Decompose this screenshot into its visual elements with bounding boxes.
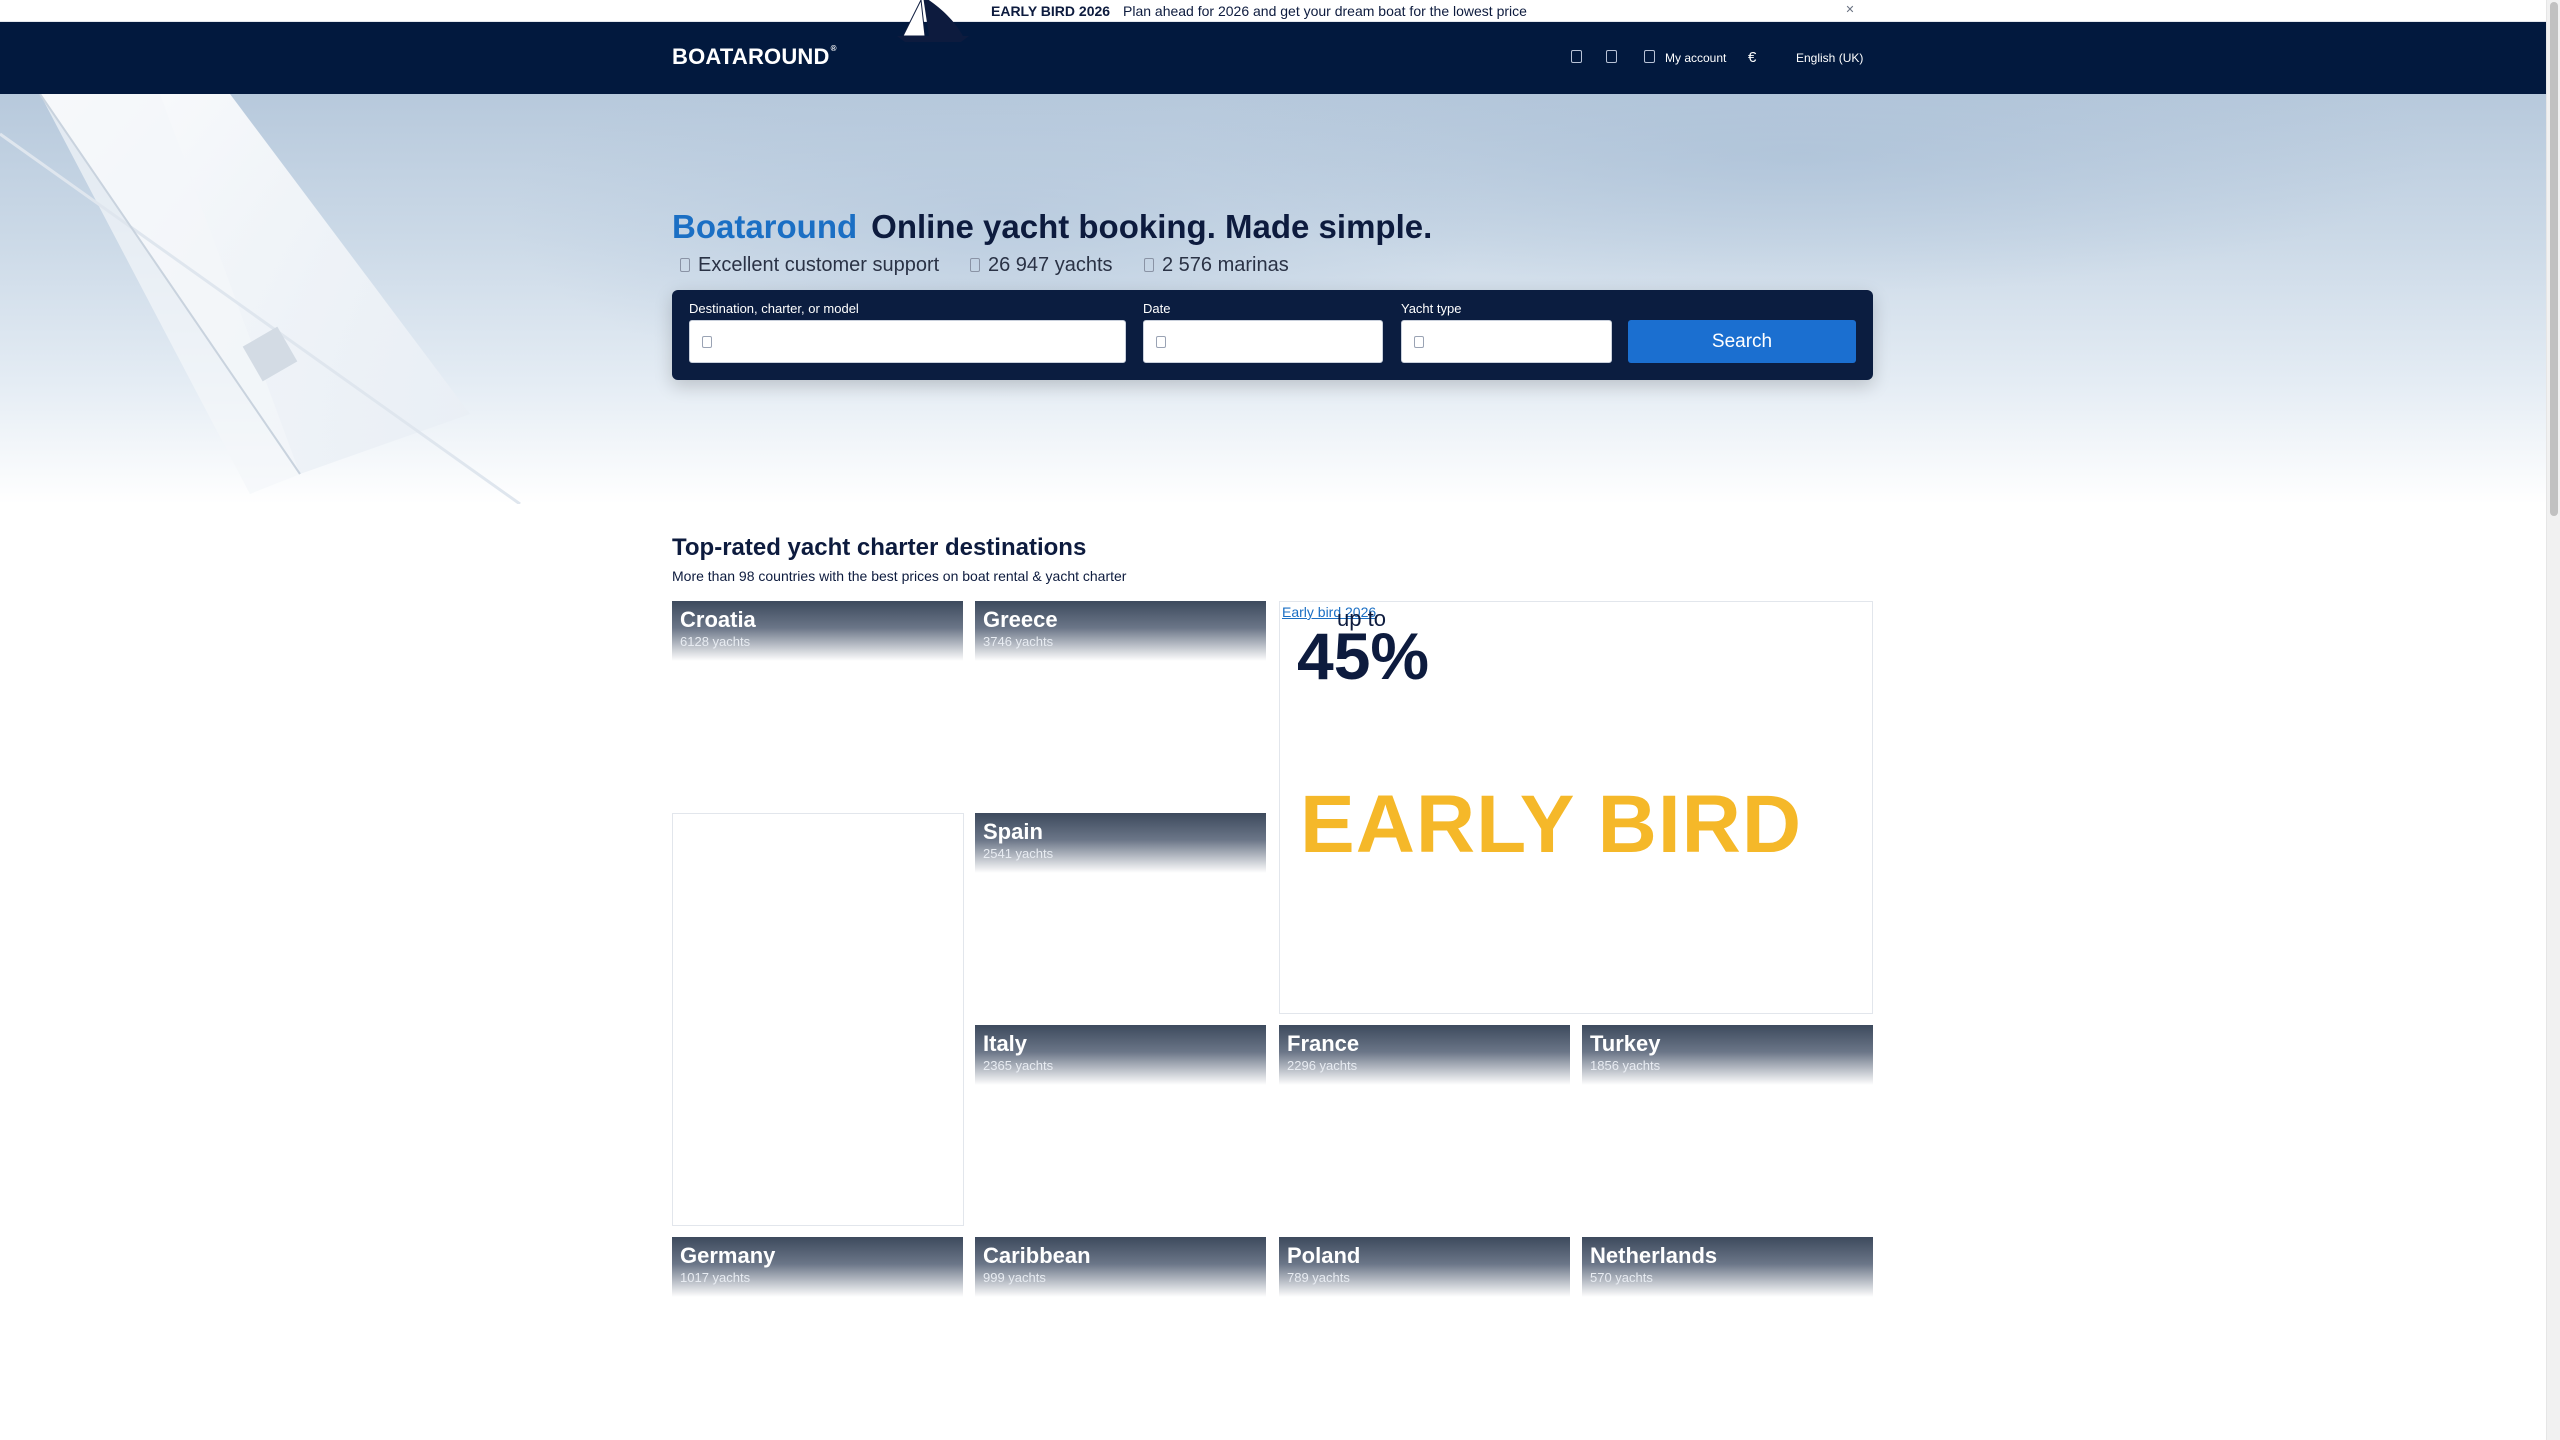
hero-tagline: Online yacht booking. Made simple. — [871, 208, 1433, 245]
ad-placeholder — [672, 813, 964, 1226]
destination-count: 570 yachts — [1590, 1270, 1653, 1285]
stat-marinas: 2 576 marinas — [1144, 254, 1289, 277]
destination-tile-croatia[interactable]: Croatia 6128 yachts — [672, 601, 963, 805]
destination-tile-turkey[interactable]: Turkey 1856 yachts — [1582, 1025, 1873, 1229]
favorites-icon[interactable] — [1571, 50, 1582, 63]
language-selector[interactable]: English (UK) — [1796, 51, 1863, 65]
destination-name: Netherlands — [1590, 1243, 1718, 1268]
destination-tile-italy[interactable]: Italy 2365 yachts — [975, 1025, 1266, 1229]
destination-count: 999 yachts — [983, 1270, 1046, 1285]
destination-tile-netherlands[interactable]: Netherlands 570 yachts — [1582, 1237, 1873, 1440]
destination-name: Italy — [983, 1031, 1028, 1056]
page-scrollbar[interactable] — [2546, 0, 2560, 1440]
my-account-link[interactable]: My account — [1665, 51, 1726, 65]
support-icon — [680, 258, 690, 272]
destination-tile-france[interactable]: France 2296 yachts — [1279, 1025, 1570, 1229]
destination-name: Germany — [680, 1243, 776, 1268]
hero-headline: Boataround Online yacht booking. Made sim… — [672, 208, 1432, 246]
destination-count: 6128 yachts — [680, 634, 751, 649]
destination-tile-caribbean[interactable]: Caribbean 999 yachts — [975, 1237, 1266, 1440]
destination-name: Croatia — [680, 607, 756, 632]
destination-name: France — [1287, 1031, 1360, 1056]
boat-type-icon — [1414, 336, 1424, 348]
calendar-icon — [1156, 336, 1166, 348]
early-bird-banner[interactable]: EARLY BIRD 2026 Plan ahead for 2026 and … — [0, 0, 2546, 42]
destination-tile-greece[interactable]: Greece 3746 yachts — [975, 601, 1266, 805]
destination-name: Caribbean — [983, 1243, 1091, 1268]
destination-count: 1017 yachts — [680, 1270, 751, 1285]
destination-count: 2296 yachts — [1287, 1058, 1358, 1073]
close-icon[interactable]: ✕ — [1843, 3, 1857, 17]
destination-count: 2365 yachts — [983, 1058, 1054, 1073]
search-button[interactable]: Search — [1628, 320, 1856, 363]
scrollbar-thumb[interactable] — [2550, 2, 2558, 516]
destination-tile-germany[interactable]: Germany 1017 yachts — [672, 1237, 963, 1440]
early-bird-promo-card[interactable]: Early bird 2026 up to 45% EARLY BIRD — [1279, 601, 1873, 1014]
destinations-subtitle: More than 98 countries with the best pri… — [672, 568, 1127, 584]
site-header: BOATAROUND® My account € English (UK) — [0, 22, 2546, 94]
destination-name: Greece — [983, 607, 1058, 632]
currency-selector[interactable]: € — [1748, 49, 1756, 66]
yacht-type-select[interactable] — [1401, 320, 1612, 363]
promo-percent: 45% — [1297, 619, 1430, 693]
stat-yachts: 26 947 yachts — [970, 254, 1113, 277]
destinations-title: Top-rated yacht charter destinations — [672, 534, 1087, 561]
promo-early-bird-label: EARLY BIRD — [1300, 779, 1803, 870]
destination-input[interactable] — [689, 320, 1126, 363]
destination-count: 3746 yachts — [983, 634, 1054, 649]
hero-brand: Boataround — [672, 208, 858, 245]
date-label: Date — [1143, 301, 1171, 316]
search-form: Destination, charter, or model Date Yach… — [672, 290, 1873, 380]
stat-support: Excellent customer support — [680, 254, 939, 277]
destination-name: Spain — [983, 819, 1043, 844]
location-icon — [702, 336, 712, 348]
user-icon[interactable] — [1644, 50, 1655, 63]
yacht-icon — [970, 258, 980, 272]
destination-tile-poland[interactable]: Poland 789 yachts — [1279, 1237, 1570, 1440]
destination-label: Destination, charter, or model — [689, 301, 859, 316]
date-input[interactable] — [1143, 320, 1383, 363]
destination-count: 789 yachts — [1287, 1270, 1350, 1285]
destination-tile-spain[interactable]: Spain 2541 yachts — [975, 813, 1266, 1017]
marina-icon — [1144, 258, 1154, 272]
hero-section: Boataround Online yacht booking. Made sim… — [0, 94, 2546, 504]
destination-name: Turkey — [1590, 1031, 1661, 1056]
destination-count: 1856 yachts — [1590, 1058, 1661, 1073]
destination-count: 2541 yachts — [983, 846, 1054, 861]
promo-title: EARLY BIRD 2026 — [991, 3, 1111, 19]
sailboat-icon — [897, 0, 969, 42]
destination-name: Poland — [1287, 1243, 1361, 1268]
yacht-type-label: Yacht type — [1401, 301, 1462, 316]
promo-text: Plan ahead for 2026 and get your dream b… — [1123, 3, 1527, 19]
boataround-logo[interactable]: BOATAROUND® — [672, 44, 837, 70]
help-icon[interactable] — [1606, 50, 1617, 63]
